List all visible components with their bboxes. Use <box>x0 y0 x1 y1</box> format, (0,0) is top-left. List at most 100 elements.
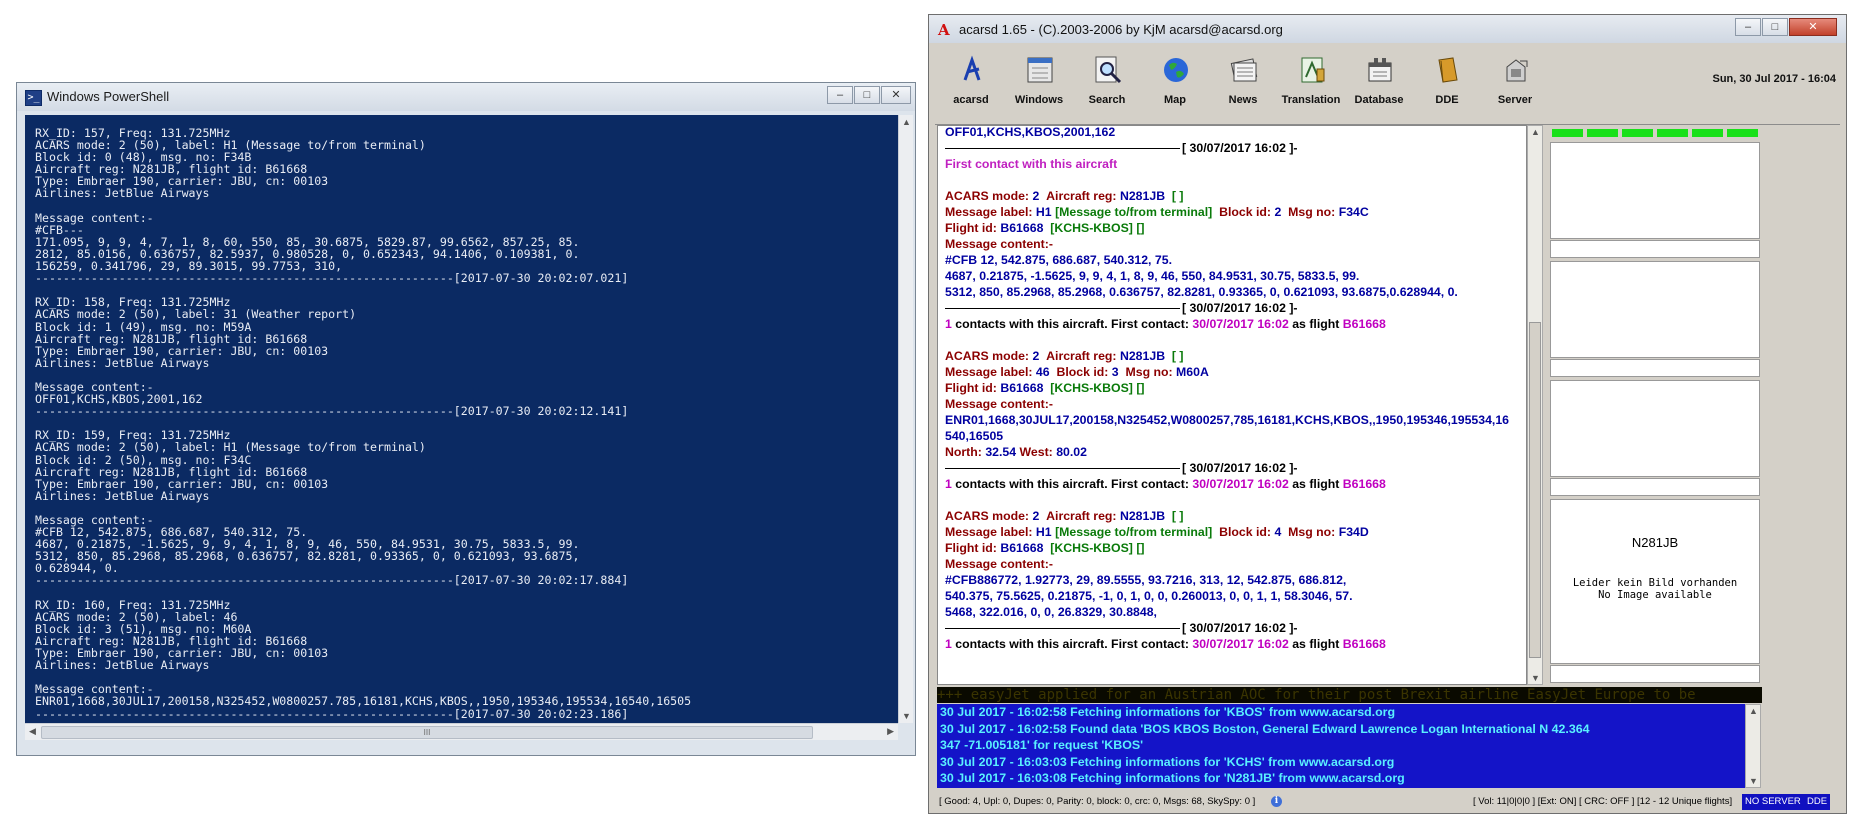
toolbar-label: DDE <box>1435 94 1459 106</box>
aircraft-image-box: N281JB Leider kein Bild vorhanden No Ima… <box>1550 499 1760 664</box>
console-output[interactable]: RX_ID: 157, Freq: 131.725MHz ACARS mode:… <box>25 115 898 723</box>
horizontal-scroll-thumb[interactable]: III <box>41 726 813 739</box>
message-label-line: Message label: H1 [Message to/from termi… <box>945 525 1369 539</box>
toolbar-search-button[interactable]: Search <box>1073 51 1141 121</box>
acarsd-app-icon: A <box>938 21 950 39</box>
acarsd-title: acarsd 1.65 - (C).2003-2006 by KjM acars… <box>959 22 1283 37</box>
toolbar-label: Server <box>1497 94 1533 106</box>
flight-id-line: Flight id: B61668 [KCHS-KBOS] [] <box>945 381 1145 395</box>
minimize-button[interactable]: – <box>827 86 853 104</box>
acarsd-window: A acarsd 1.65 - (C).2003-2006 by KjM aca… <box>928 14 1847 814</box>
toolbar-label: Translation <box>1281 94 1341 106</box>
log-line: 30 Jul 2017 - 16:03:08 Fetching informat… <box>940 771 1405 785</box>
no-image-notice: Leider kein Bild vorhanden No Image avai… <box>1572 577 1738 601</box>
newspaper-icon <box>1229 55 1259 85</box>
scroll-down-icon[interactable]: ▼ <box>1531 673 1540 683</box>
scroll-down-icon[interactable]: ▼ <box>902 711 911 721</box>
database-icon <box>1365 55 1395 85</box>
side-panel: N281JB Leider kein Bild vorhanden No Ima… <box>1546 125 1764 685</box>
scroll-left-icon[interactable]: ◀ <box>29 726 36 737</box>
toolbar-windows-button[interactable]: Windows <box>1005 51 1073 121</box>
log-vertical-scrollbar[interactable]: ▲ ▼ <box>1745 704 1761 788</box>
message-label-line: Message label: H1 [Message to/from termi… <box>945 205 1369 219</box>
dde-book-icon <box>1433 55 1463 85</box>
info-field <box>1550 359 1760 377</box>
toolbar-map-button[interactable]: Map <box>1141 51 1209 121</box>
message-scroll-thumb[interactable] <box>1529 322 1541 658</box>
toolbar-label: Database <box>1354 94 1404 106</box>
toolbar-acarsd-button[interactable]: acarsd <box>937 51 1005 121</box>
log-line: 347 -71.005181' for request 'KBOS' <box>940 738 1144 752</box>
message-content-line: OFF01,KCHS,KBOS,2001,162 <box>945 125 1116 139</box>
timestamp-separator: [ 30/07/2017 16:02 ]- <box>945 140 1526 156</box>
acarsd-titlebar[interactable]: A acarsd 1.65 - (C).2003-2006 by KjM aca… <box>929 15 1846 43</box>
windows-icon <box>1025 55 1055 85</box>
search-icon <box>1093 55 1123 85</box>
toolbar: acarsd Windows Search Map News Translati… <box>937 51 1837 123</box>
toolbar-label: Windows <box>1014 94 1064 106</box>
message-content-line: #CFB886772, 1.92773, 29, 89.5555, 93.721… <box>945 573 1347 587</box>
toolbar-news-button[interactable]: News <box>1209 51 1277 121</box>
scroll-grip: III <box>423 728 431 737</box>
close-button[interactable]: ✕ <box>1789 18 1837 36</box>
message-vertical-scrollbar[interactable]: ▲ ▼ <box>1527 125 1543 685</box>
current-datetime: Sun, 30 Jul 2017 - 16:04 <box>1712 73 1836 85</box>
scroll-right-icon[interactable]: ▶ <box>887 726 894 737</box>
message-content-line: 5312, 850, 85.2968, 85.2968, 0.636757, 8… <box>945 285 1458 299</box>
contacts-summary: 1 contacts with this aircraft. First con… <box>945 637 1386 651</box>
toolbar-dde-button[interactable]: DDE <box>1413 51 1481 121</box>
message-content-line: 5468, 322.016, 0, 0, 26.8329, 30.8848, <box>945 605 1157 619</box>
message-content-label: Message content:- <box>945 237 1053 251</box>
flight-id-line: Flight id: B61668 [KCHS-KBOS] [] <box>945 221 1145 235</box>
message-header: ACARS mode: 2 Aircraft reg: N281JB [ ] <box>945 189 1184 203</box>
toolbar-label: acarsd <box>953 94 989 106</box>
info-icon[interactable]: i <box>1271 796 1282 807</box>
message-content-line: 4687, 0.21875, -1.5625, 9, 9, 4, 1, 8, 9… <box>945 269 1360 283</box>
timestamp-separator: [ 30/07/2017 16:02 ]- <box>945 460 1526 476</box>
log-pane[interactable]: 30 Jul 2017 - 16:02:58 Fetching informat… <box>937 704 1745 788</box>
console-text: RX_ID: 157, Freq: 131.725MHz ACARS mode:… <box>35 126 692 721</box>
message-header: ACARS mode: 2 Aircraft reg: N281JB [ ] <box>945 349 1184 363</box>
powershell-icon: >_ <box>25 90 42 106</box>
log-line: 30 Jul 2017 - 16:02:58 Found data 'BOS K… <box>940 721 1590 736</box>
message-content-line: 540.375, 75.5625, 0.21875, -1, 0, 1, 0, … <box>945 589 1353 603</box>
maximize-button[interactable]: □ <box>854 86 880 104</box>
signal-level-meter <box>1552 129 1762 137</box>
toolbar-label: Map <box>1164 94 1186 106</box>
powershell-window: >_ Windows PowerShell – □ ✕ RX_ID: 157, … <box>16 82 916 756</box>
info-box <box>1550 380 1760 477</box>
server-status-badge: NO SERVER <box>1742 794 1804 810</box>
maximize-button[interactable]: □ <box>1762 18 1788 36</box>
info-field <box>1550 478 1760 496</box>
message-pane[interactable]: OFF01,KCHS,KBOS,2001,162 [ 30/07/2017 16… <box>937 125 1527 685</box>
toolbar-label: Search <box>1088 94 1126 106</box>
toolbar-server-button[interactable]: Server <box>1481 51 1549 121</box>
acarsd-logo-icon <box>957 55 987 85</box>
scroll-up-icon[interactable]: ▲ <box>902 117 911 127</box>
status-bar: [ Good: 4, Upl: 0, Dupes: 0, Parity: 0, … <box>933 793 1843 811</box>
message-content-label: Message content:- <box>945 557 1053 571</box>
scroll-down-icon[interactable]: ▼ <box>1749 776 1758 786</box>
info-field <box>1550 240 1760 258</box>
dde-status-badge: DDE <box>1804 794 1831 810</box>
toolbar-translation-button[interactable]: Translation <box>1277 51 1345 121</box>
status-flags: [ Vol: 11|0|0|0 ] [Ext: ON] [ CRC: OFF ]… <box>1473 796 1733 807</box>
position-line: North: 32.54 West: 80.02 <box>945 445 1087 459</box>
info-box <box>1550 142 1760 239</box>
first-contact-notice: First contact with this aircraft <box>945 157 1118 171</box>
console-vertical-scrollbar[interactable]: ▲ ▼ <box>898 115 913 723</box>
scroll-up-icon[interactable]: ▲ <box>1749 706 1758 716</box>
console-horizontal-scrollbar[interactable]: ◀ III ▶ <box>25 723 898 740</box>
log-line: 30 Jul 2017 - 16:02:58 Fetching informat… <box>940 705 1396 719</box>
message-content-label: Message content:- <box>945 397 1053 411</box>
powershell-titlebar[interactable]: >_ Windows PowerShell – □ ✕ <box>17 83 915 111</box>
close-button[interactable]: ✕ <box>881 86 911 104</box>
powershell-title: Windows PowerShell <box>47 89 170 104</box>
message-header: ACARS mode: 2 Aircraft reg: N281JB [ ] <box>945 509 1184 523</box>
globe-icon <box>1161 55 1191 85</box>
toolbar-database-button[interactable]: Database <box>1345 51 1413 121</box>
server-icon <box>1501 55 1531 85</box>
contacts-summary: 1 contacts with this aircraft. First con… <box>945 477 1386 491</box>
scroll-up-icon[interactable]: ▲ <box>1531 127 1540 137</box>
minimize-button[interactable]: – <box>1735 18 1761 36</box>
